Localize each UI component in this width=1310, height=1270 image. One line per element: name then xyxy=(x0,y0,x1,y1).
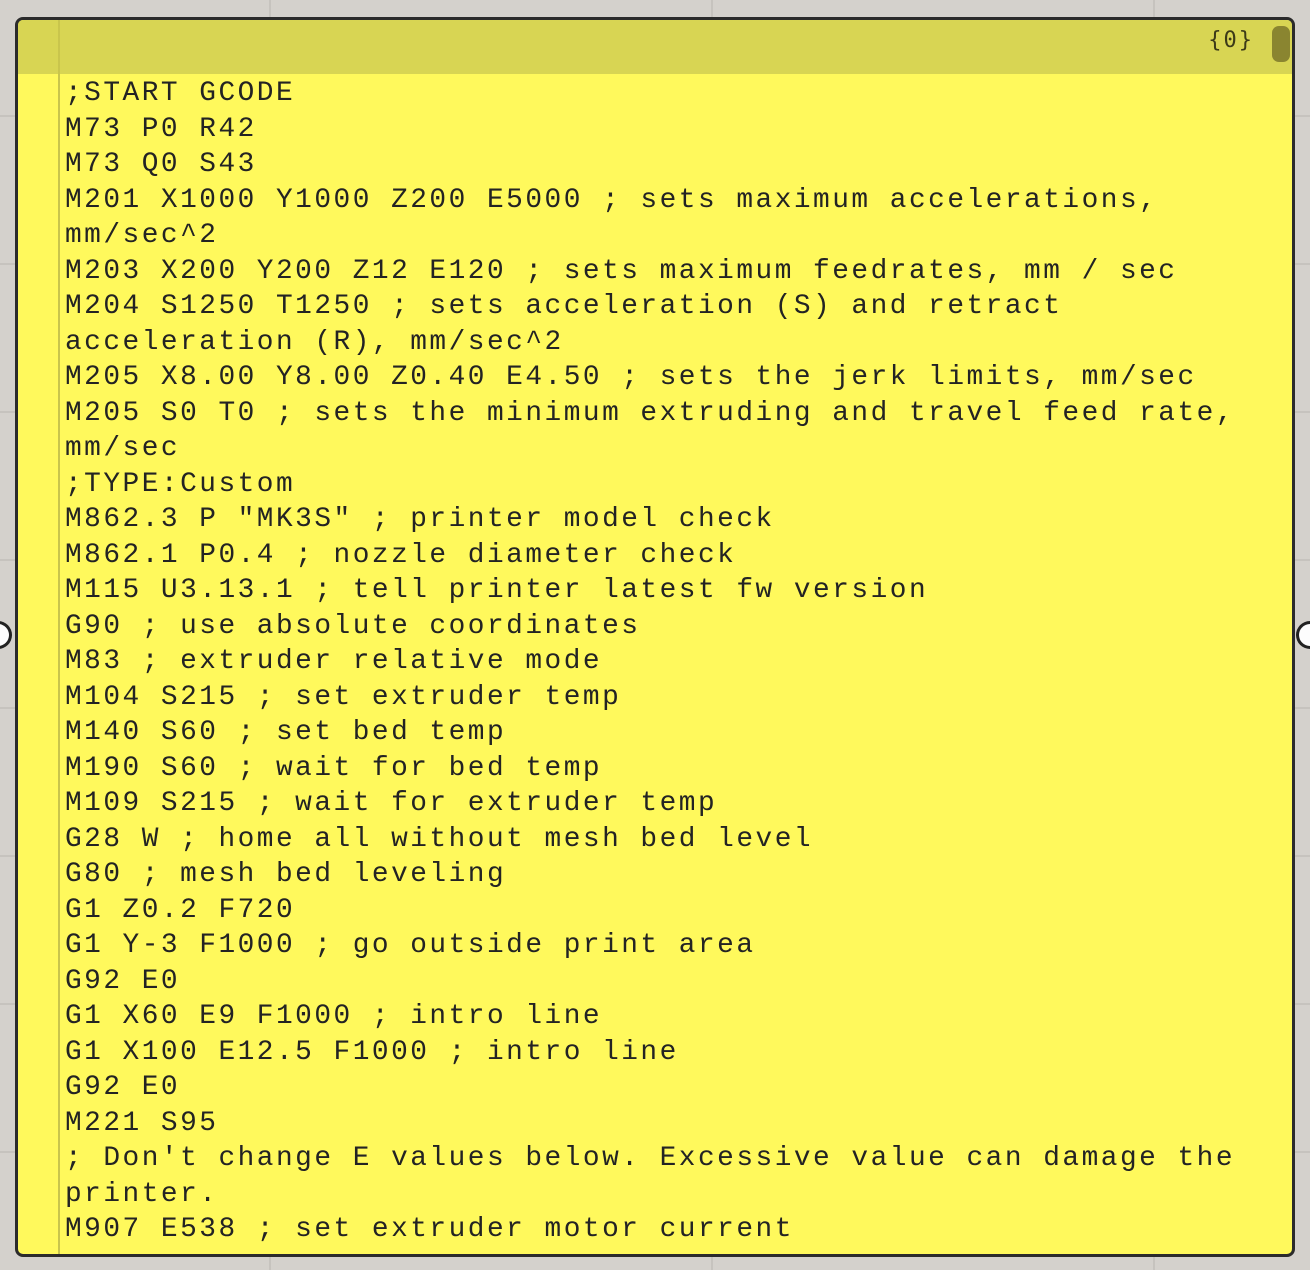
text-line: M73 P0 R42 xyxy=(65,113,257,145)
text-line: G28 W ; home all without mesh bed level xyxy=(65,823,814,855)
text-line: M83 ; extruder relative mode xyxy=(65,646,603,677)
text-line: M221 S95 xyxy=(65,1107,219,1139)
text-line: G90 ; use absolute coordinates xyxy=(65,610,641,642)
text-line: ;TYPE:Custom xyxy=(65,468,296,500)
text-line: G92 E0 xyxy=(65,965,181,997)
text-line: ;START GCODE xyxy=(65,78,296,109)
panel-title-bar[interactable] xyxy=(18,20,1292,74)
text-line: printer. xyxy=(65,1178,219,1210)
text-line: M205 X8.00 Y8.00 Z0.40 E4.50 ; sets the … xyxy=(65,362,1197,393)
text-line: M109 S215 ; wait for extruder temp xyxy=(65,788,718,819)
text-line: M190 S60 ; wait for bed temp xyxy=(65,752,603,784)
text-line: G80 ; mesh bed leveling xyxy=(65,859,507,890)
text-line: M140 S60 ; set bed temp xyxy=(65,717,507,748)
text-line: M201 X1000 Y1000 Z200 E5000 ; sets maxim… xyxy=(65,184,1159,216)
gutter-divider xyxy=(58,20,60,1254)
text-line: M203 X200 Y200 Z12 E120 ; sets maximum f… xyxy=(65,255,1178,287)
scrollbar-thumb[interactable] xyxy=(1272,26,1290,62)
item-count-label: {0} xyxy=(1208,28,1254,53)
gcode-text-list[interactable]: ;START GCODE M73 P0 R42 M73 Q0 S43 M201 X10… xyxy=(65,76,1265,1248)
text-panel[interactable]: {0} ;START GCODE M73 P0 R42 M73 Q0 S43 M201… xyxy=(15,17,1295,1257)
text-line: M862.3 P "MK3S" ; printer model check xyxy=(65,504,775,535)
text-line: M862.1 P0.4 ; nozzle diameter check xyxy=(65,539,737,571)
text-line: G1 Y-3 F1000 ; go outside print area xyxy=(65,930,756,961)
text-line: M73 Q0 S43 xyxy=(65,149,257,180)
text-line: M204 S1250 T1250 ; sets acceleration (S)… xyxy=(65,291,1063,322)
text-line: mm/sec xyxy=(65,433,181,464)
text-line: G1 Z0.2 F720 xyxy=(65,894,296,926)
text-line: G1 X100 E12.5 F1000 ; intro line xyxy=(65,1036,679,1068)
text-line: M907 E538 ; set extruder motor current xyxy=(65,1214,794,1245)
text-line: mm/sec^2 xyxy=(65,220,219,251)
text-line: acceleration (R), mm/sec^2 xyxy=(65,326,564,358)
text-line: M115 U3.13.1 ; tell printer latest fw ve… xyxy=(65,575,929,606)
text-line: G1 X60 E9 F1000 ; intro line xyxy=(65,1001,603,1032)
text-line: M205 S0 T0 ; sets the minimum extruding … xyxy=(65,397,1236,429)
text-line: G92 E0 xyxy=(65,1072,181,1103)
text-line: ; Don't change E values below. Excessive… xyxy=(65,1143,1236,1174)
text-line: M104 S215 ; set extruder temp xyxy=(65,681,622,713)
